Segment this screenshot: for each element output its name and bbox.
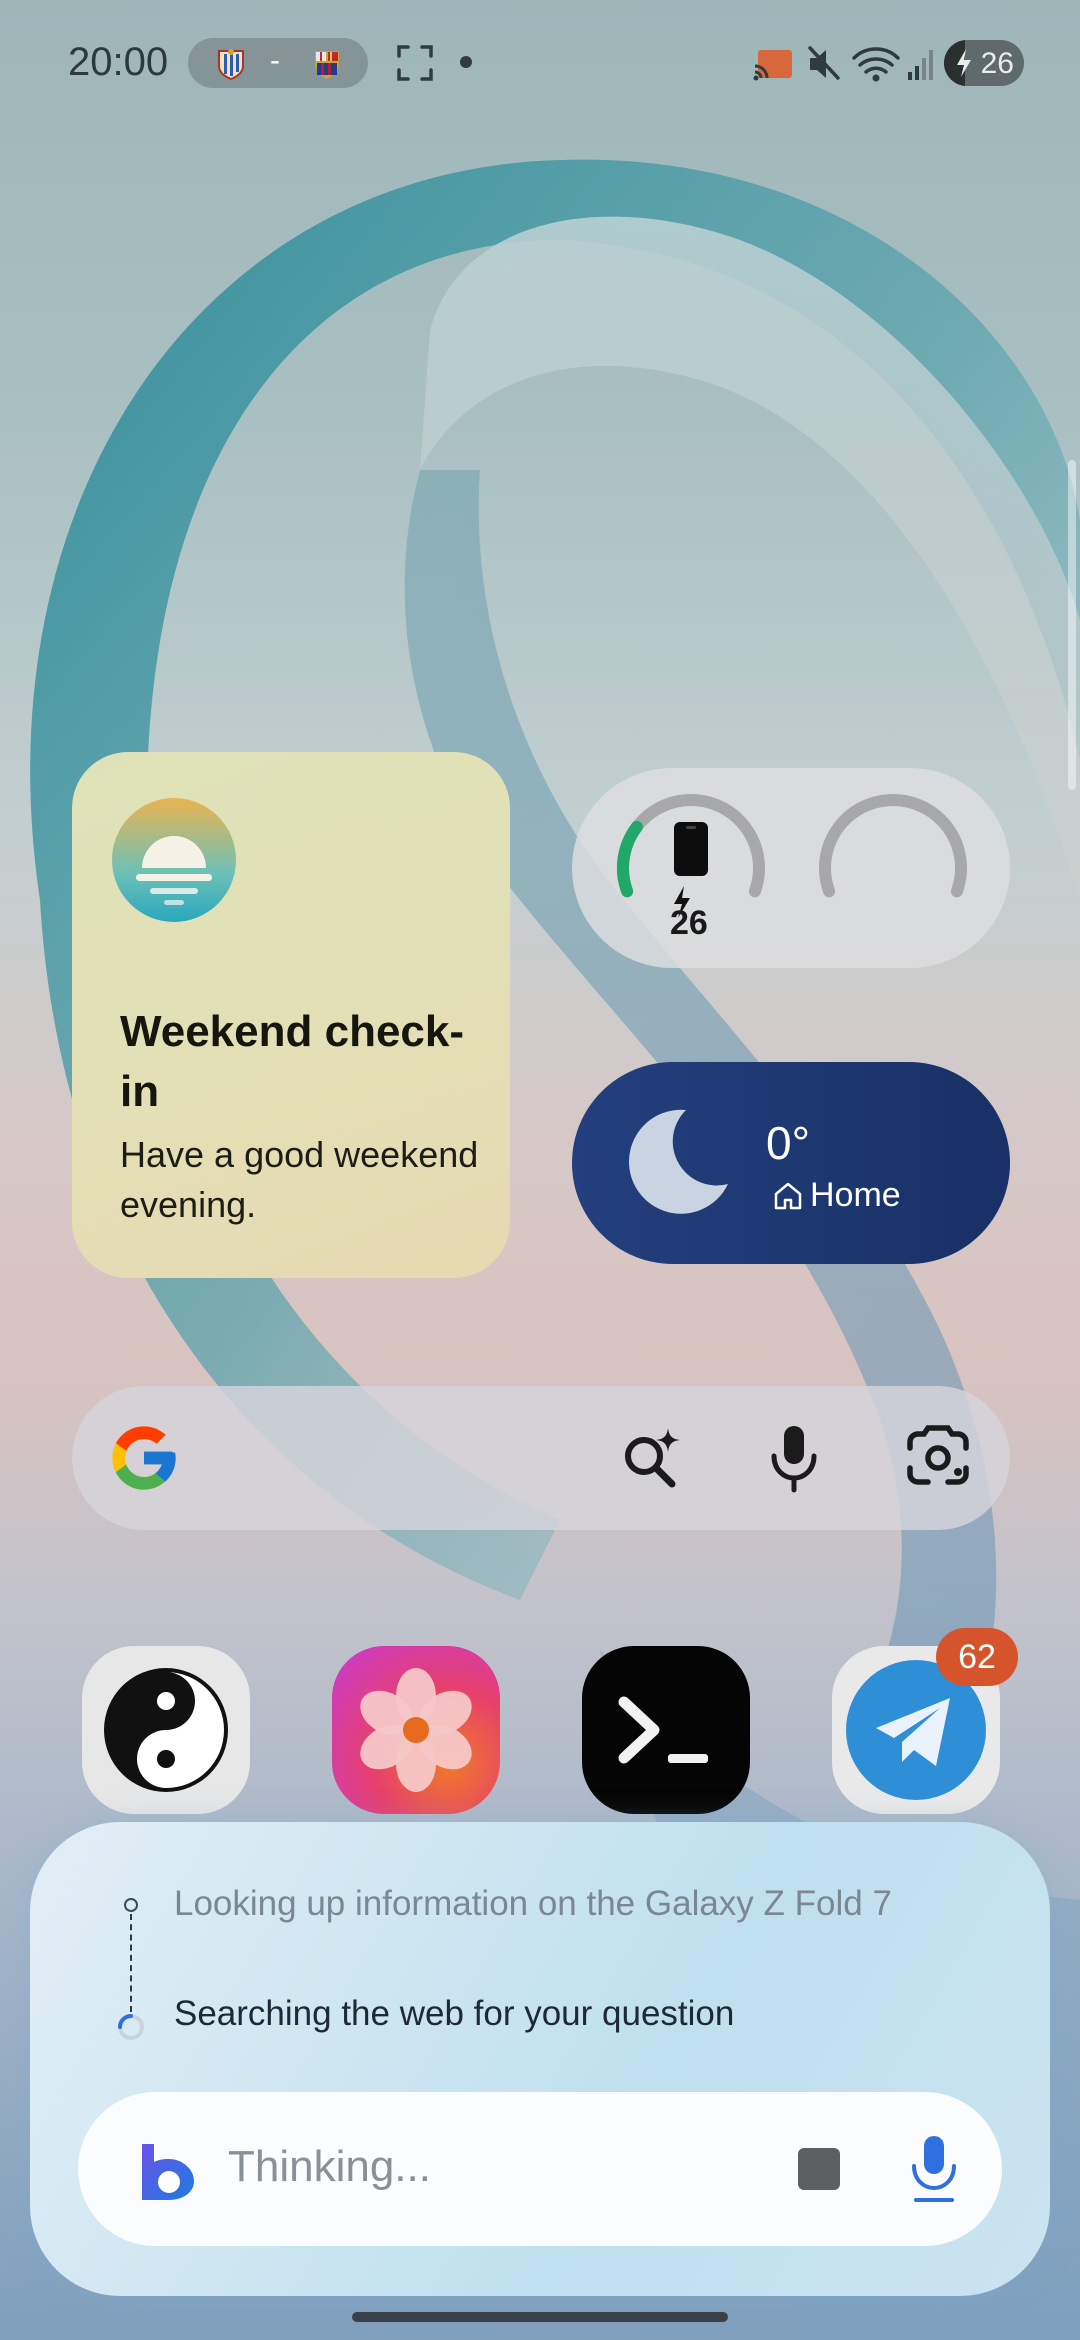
battery-indicator: 26 xyxy=(944,40,1024,86)
assistant-input-status: Thinking... xyxy=(228,2142,431,2191)
checkin-message: Have a good weekend evening. xyxy=(120,1134,479,1225)
weather-temperature: 0° xyxy=(766,1117,810,1169)
stop-button[interactable] xyxy=(798,2148,840,2190)
mic-icon[interactable] xyxy=(908,2132,960,2206)
mic-icon[interactable] xyxy=(766,1422,822,1494)
step-connector xyxy=(130,1914,132,2012)
home-icon xyxy=(774,1182,802,1210)
ai-search-icon[interactable] xyxy=(616,1422,688,1494)
gauge-level-arc xyxy=(617,820,643,898)
loading-spinner-icon xyxy=(118,2014,144,2040)
score-separator: - xyxy=(270,44,280,77)
signal-icon xyxy=(908,50,933,80)
wifi-icon xyxy=(852,47,900,82)
accessory-battery-gauge xyxy=(819,794,967,898)
google-g-icon xyxy=(112,1426,176,1490)
telegram-unread-badge: 62 xyxy=(936,1628,1018,1686)
status-bar: 20:00 - 26 xyxy=(0,30,1080,94)
google-search-bar[interactable] xyxy=(72,1386,1010,1530)
terminal-app[interactable] xyxy=(582,1646,750,1814)
mute-icon xyxy=(808,46,840,80)
battery-charging-icon xyxy=(957,49,971,77)
step-done-icon xyxy=(124,1898,138,1912)
weather-location: Home xyxy=(810,1176,901,1214)
moon-icon xyxy=(628,1109,728,1214)
edge-panel-handle[interactable] xyxy=(1068,460,1076,790)
assistant-panel: Looking up information on the Galaxy Z F… xyxy=(30,1822,1050,2296)
battery-widget[interactable]: 26 xyxy=(572,768,1010,968)
gesture-navigation-handle[interactable] xyxy=(352,2312,728,2322)
gauge-track xyxy=(819,794,967,898)
weekend-checkin-widget[interactable]: Weekend check-in Have a good weekend eve… xyxy=(72,752,510,1278)
battery-widget-level: 26 xyxy=(670,904,708,942)
espanyol-crest-icon xyxy=(218,49,244,80)
clock-time: 20:00 xyxy=(68,40,169,84)
assistant-input-bar[interactable]: Thinking... xyxy=(78,2092,1002,2246)
yin-yang-icon xyxy=(104,1668,228,1792)
yin-yang-app[interactable] xyxy=(82,1646,250,1814)
fullscreen-icon xyxy=(397,45,433,81)
gallery-app[interactable] xyxy=(332,1646,500,1814)
checkin-title: Weekend check-in xyxy=(120,1007,465,1116)
assistant-step-1: Looking up information on the Galaxy Z F… xyxy=(174,1884,892,1923)
terminal-icon xyxy=(618,1696,708,1764)
sunset-icon xyxy=(112,798,236,922)
bixby-icon xyxy=(142,2144,194,2200)
notification-dot-icon xyxy=(460,56,472,68)
google-lens-icon[interactable] xyxy=(904,1424,972,1492)
weather-widget[interactable]: 0° Home xyxy=(572,1062,1010,1264)
gallery-flower-icon xyxy=(360,1668,472,1792)
live-score-pill[interactable]: - xyxy=(188,38,368,88)
cast-icon xyxy=(753,50,792,81)
assistant-step-2: Searching the web for your question xyxy=(174,1994,735,2033)
phone-icon xyxy=(674,822,708,876)
barcelona-crest-icon xyxy=(315,51,339,79)
battery-percent: 26 xyxy=(980,47,1014,80)
